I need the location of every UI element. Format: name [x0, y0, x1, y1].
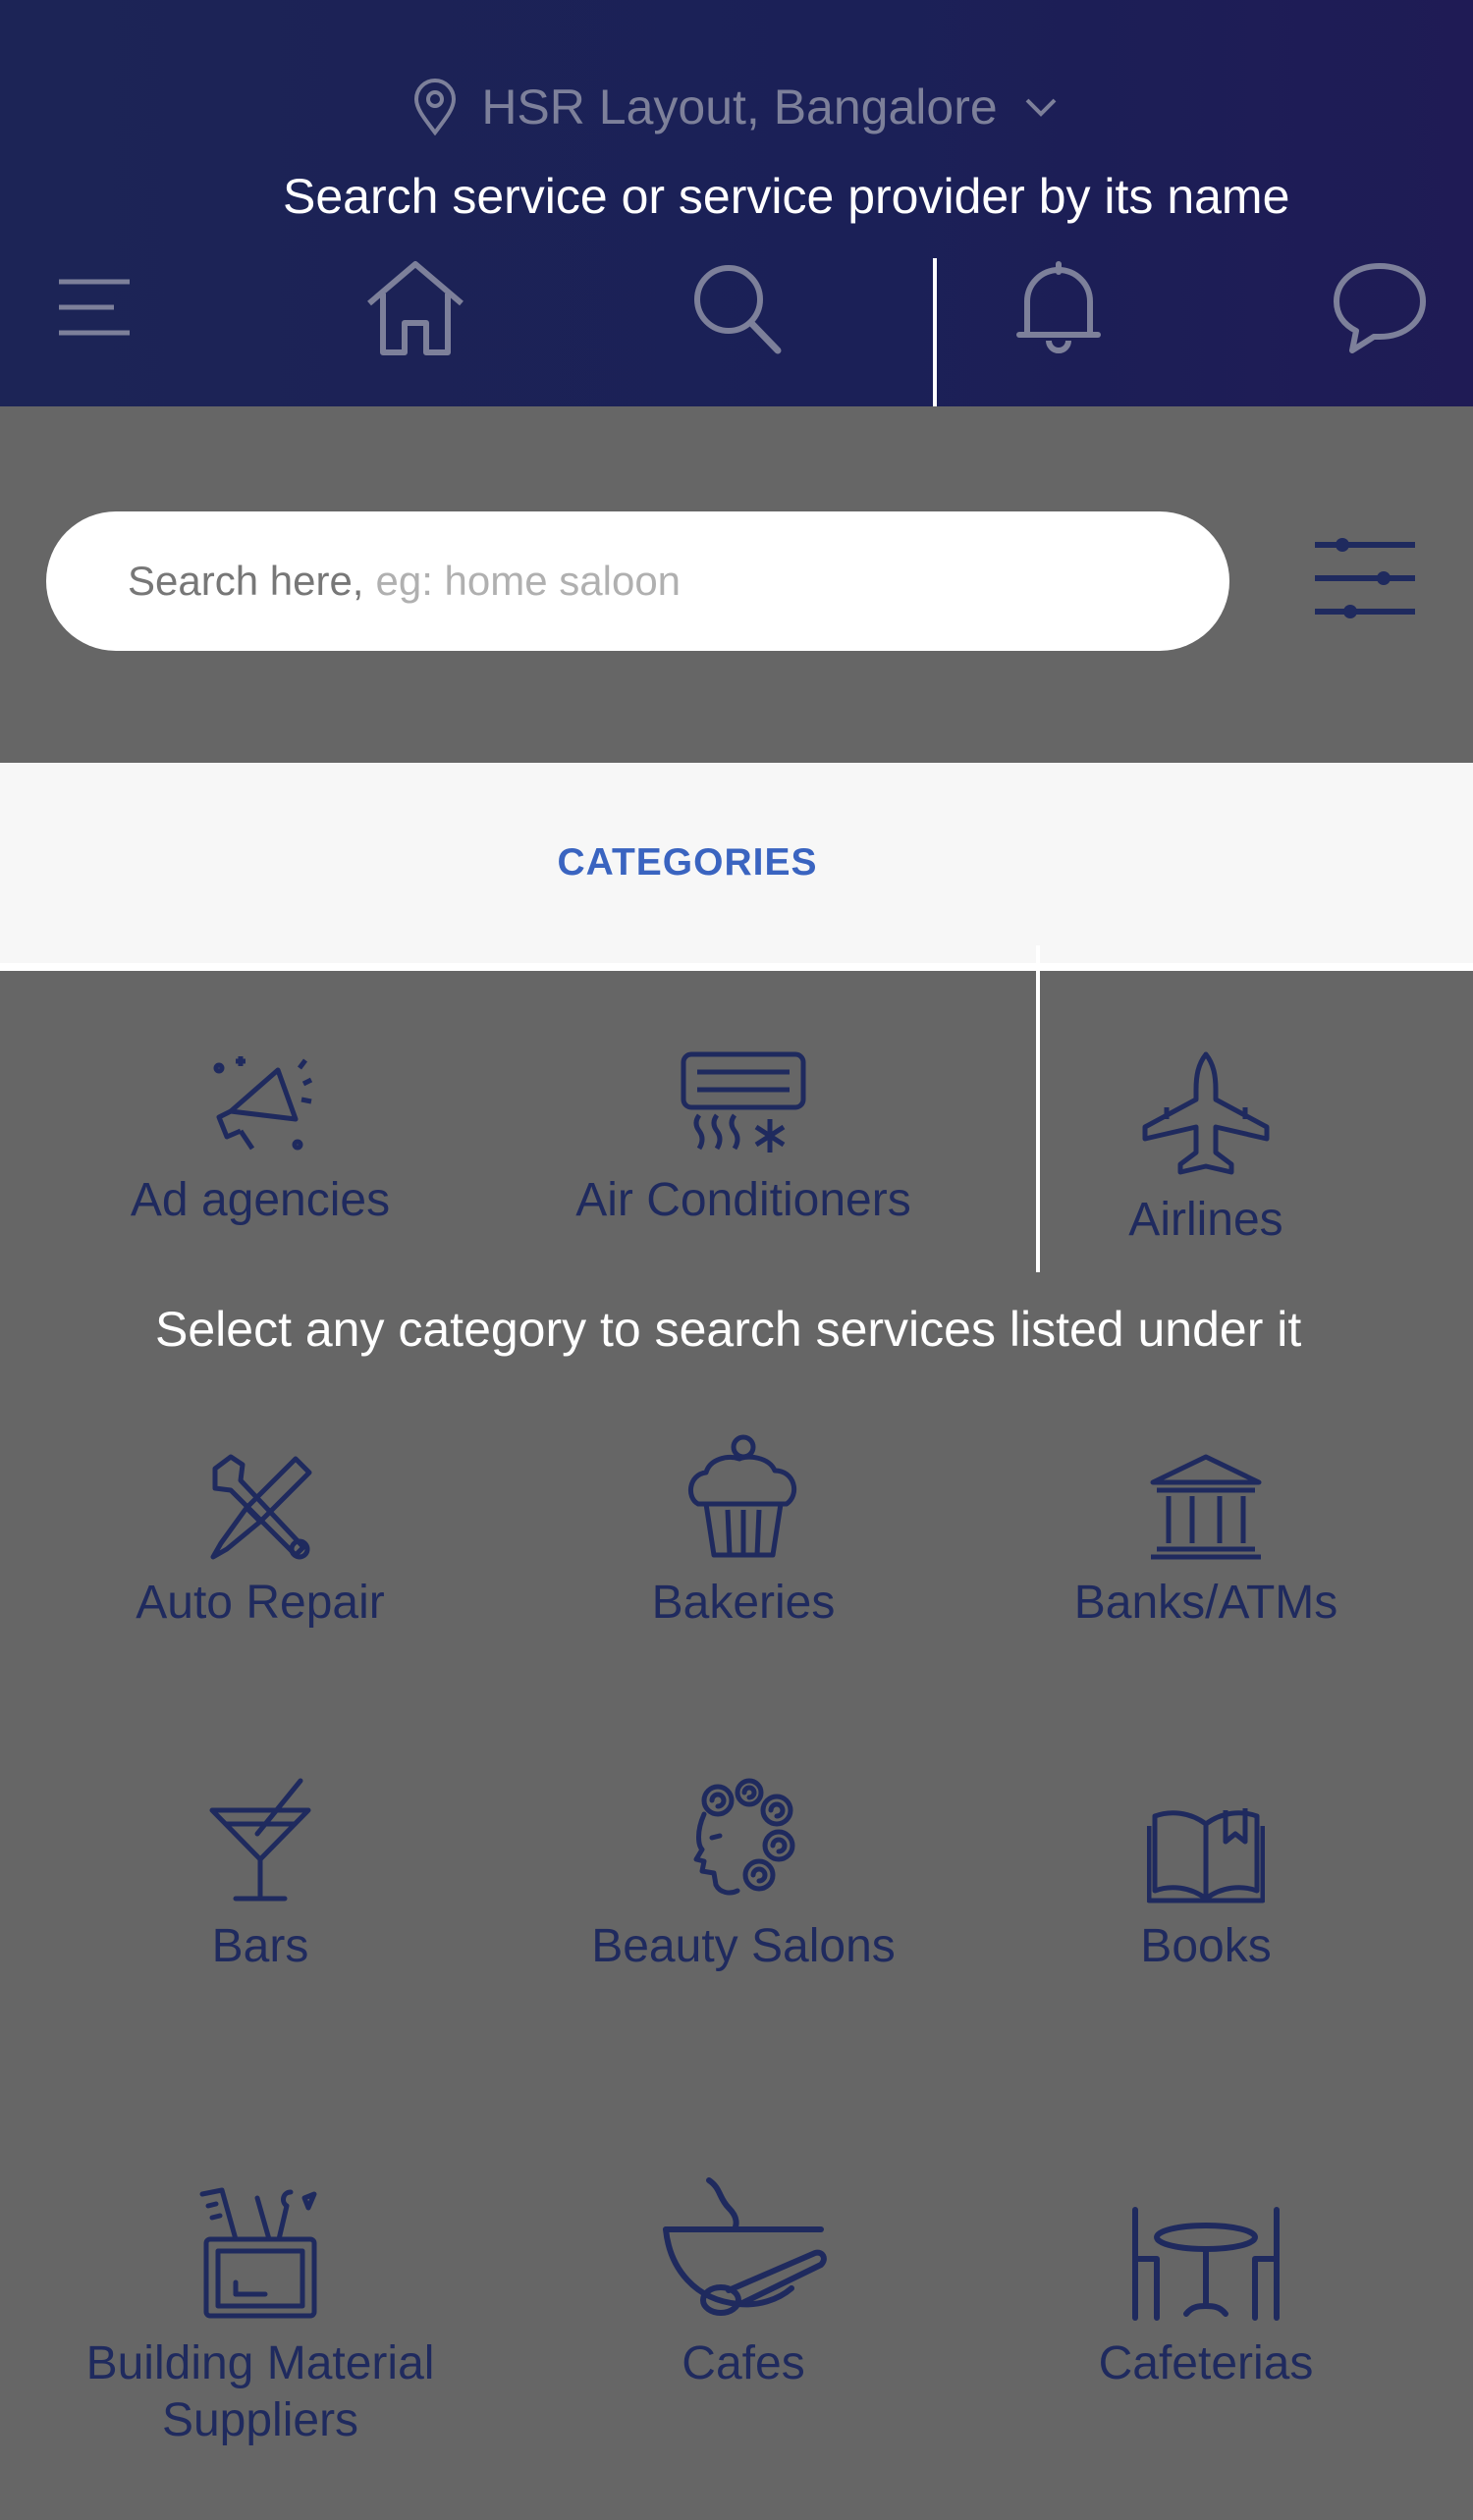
- bank-icon: [1147, 1438, 1265, 1561]
- category-label: Banks/ATMs: [1073, 1577, 1338, 1629]
- air-conditioner-icon: [680, 1050, 807, 1158]
- tab-categories[interactable]: CATEGORIES: [558, 841, 818, 885]
- category-label: Beauty Salons: [591, 1920, 896, 1972]
- menu-icon[interactable]: [39, 253, 147, 361]
- search-input[interactable]: Search here, eg: home saloon: [46, 511, 1229, 651]
- filter-button[interactable]: [1306, 524, 1424, 632]
- woman-hair-icon: [684, 1778, 802, 1904]
- megaphone-icon: [201, 1050, 319, 1158]
- category-label: Cafes: [682, 2337, 805, 2389]
- home-icon[interactable]: [361, 253, 469, 361]
- toolbox-icon: [196, 2179, 324, 2322]
- table-chairs-icon: [1127, 2179, 1284, 2322]
- sliders-icon: [1315, 538, 1415, 618]
- category-label: Auto Repair: [136, 1577, 385, 1629]
- category-air-conditioners[interactable]: Air Conditioners: [498, 1050, 989, 1229]
- chevron-down-icon: [1025, 98, 1057, 117]
- category-label: Air Conditioners: [575, 1174, 911, 1226]
- category-books[interactable]: Books: [960, 1801, 1451, 1975]
- category-airlines[interactable]: Airlines: [960, 1050, 1451, 1249]
- location-pin-icon: [414, 79, 457, 135]
- open-book-icon: [1147, 1801, 1265, 1904]
- category-building-material-suppliers[interactable]: Building Material Suppliers: [15, 2179, 506, 2449]
- airplane-icon: [1137, 1050, 1275, 1178]
- category-auto-repair[interactable]: Auto Repair: [15, 1453, 506, 1632]
- category-label: Ad agencies: [130, 1174, 391, 1226]
- category-banks-atms[interactable]: Banks/ATMs: [960, 1438, 1451, 1632]
- category-bars[interactable]: Bars: [15, 1778, 506, 1975]
- chat-icon[interactable]: [1326, 253, 1434, 361]
- category-label: Building Material Suppliers: [85, 2337, 435, 2446]
- category-label: Airlines: [1128, 1194, 1283, 1246]
- category-cafeterias[interactable]: Cafeterias: [960, 2179, 1451, 2392]
- categories-hint-tooltip: Select any category to search services l…: [155, 1302, 1302, 1357]
- category-label: Bars: [211, 1920, 309, 1972]
- category-label: Cafeterias: [1098, 2337, 1314, 2389]
- cupcake-icon: [684, 1433, 802, 1561]
- tab-indicator: [0, 963, 1473, 971]
- search-icon[interactable]: [682, 253, 791, 361]
- category-cafes[interactable]: Cafes: [498, 2174, 989, 2392]
- category-ad-agencies[interactable]: Ad agencies: [15, 1050, 506, 1229]
- wrench-screwdriver-icon: [201, 1453, 319, 1561]
- search-placeholder-example: eg: home saloon: [375, 558, 682, 604]
- category-label: Bakeries: [651, 1577, 836, 1629]
- category-beauty-salons[interactable]: Beauty Salons: [498, 1778, 989, 1975]
- tab-bar: CATEGORIES: [0, 763, 1473, 963]
- bell-icon[interactable]: [1005, 253, 1113, 361]
- category-bakeries[interactable]: Bakeries: [498, 1433, 989, 1632]
- location-selector[interactable]: HSR Layout, Bangalore: [0, 77, 1473, 137]
- location-label: HSR Layout, Bangalore: [481, 80, 998, 134]
- search-placeholder-prefix: Search here,: [128, 558, 364, 604]
- cocktail-icon: [206, 1778, 314, 1904]
- categories-hint-pointer: [1036, 945, 1040, 1272]
- search-hint-tooltip: Search service or service provider by it…: [283, 169, 1290, 224]
- category-label: Books: [1140, 1920, 1272, 1972]
- categories-grid: Ad agencies Air Conditioners Airlines Au…: [0, 972, 1473, 2520]
- coffee-bowl-icon: [660, 2174, 827, 2322]
